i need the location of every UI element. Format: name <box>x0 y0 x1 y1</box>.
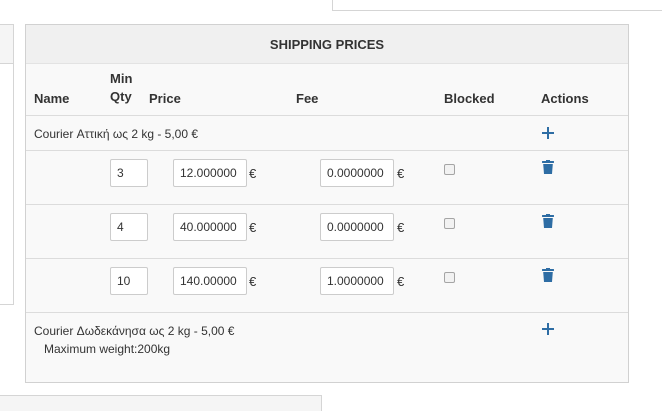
column-header-min-qty: Min Qty <box>110 70 132 106</box>
carrier-group-name: Courier Αττική ως 2 kg - 5,00 € <box>34 127 199 141</box>
fee-currency: € <box>397 220 405 235</box>
price-tier-row: 10 140.00000 € 1.0000000 € <box>26 259 628 313</box>
column-header-min-qty-line1: Min <box>110 71 133 86</box>
fee-input[interactable]: 0.0000000 <box>320 159 394 187</box>
column-header-name: Name <box>34 91 70 106</box>
column-header-blocked: Blocked <box>444 91 495 106</box>
carrier-group-name: Courier Δωδεκάνησα ως 2 kg - 5,00 € Maxi… <box>34 322 234 358</box>
price-currency: € <box>249 274 257 289</box>
delete-trash-icon[interactable] <box>542 160 554 174</box>
price-tier-row: 4 40.000000 € 0.0000000 € <box>26 205 628 259</box>
blocked-checkbox[interactable] <box>444 272 455 283</box>
column-header-actions: Actions <box>541 91 589 106</box>
delete-trash-icon[interactable] <box>542 214 554 228</box>
adjacent-panel-bottom <box>0 395 322 411</box>
price-input[interactable]: 12.000000 <box>173 159 247 187</box>
carrier-group-title: Courier Δωδεκάνησα ως 2 kg - 5,00 € <box>34 324 235 338</box>
adjacent-panel-top <box>332 0 662 11</box>
column-header-fee: Fee <box>296 91 319 106</box>
column-header-min-qty-line2: Qty <box>110 89 132 104</box>
blocked-checkbox[interactable] <box>444 164 455 175</box>
blocked-checkbox[interactable] <box>444 218 455 229</box>
column-header-price: Price <box>149 91 181 106</box>
price-tier-row: 3 12.000000 € 0.0000000 € <box>26 151 628 205</box>
min-qty-input[interactable]: 10 <box>110 267 148 295</box>
price-currency: € <box>249 166 257 181</box>
fee-input[interactable]: 0.0000000 <box>320 213 394 241</box>
min-qty-input[interactable]: 3 <box>110 159 148 187</box>
fee-currency: € <box>397 166 405 181</box>
min-qty-input[interactable]: 4 <box>110 213 148 241</box>
adjacent-panel-left <box>0 24 14 305</box>
price-input[interactable]: 140.00000 <box>173 267 247 295</box>
fee-input[interactable]: 1.0000000 <box>320 267 394 295</box>
table-header: Name Min Qty Price Fee Blocked Actions <box>26 63 628 116</box>
price-input[interactable]: 40.000000 <box>173 213 247 241</box>
add-tier-plus-icon[interactable] <box>542 127 554 139</box>
carrier-group-row: Courier Αττική ως 2 kg - 5,00 € <box>26 116 628 151</box>
carrier-group-row: Courier Δωδεκάνησα ως 2 kg - 5,00 € Maxi… <box>26 313 628 383</box>
price-currency: € <box>249 220 257 235</box>
adjacent-panel-left-heading <box>0 25 13 64</box>
add-tier-plus-icon[interactable] <box>542 323 554 335</box>
carrier-max-weight: Maximum weight:200kg <box>44 342 171 356</box>
shipping-prices-panel: SHIPPING PRICES Name Min Qty Price Fee B… <box>25 24 629 383</box>
delete-trash-icon[interactable] <box>542 268 554 282</box>
panel-title: SHIPPING PRICES <box>26 25 628 64</box>
fee-currency: € <box>397 274 405 289</box>
